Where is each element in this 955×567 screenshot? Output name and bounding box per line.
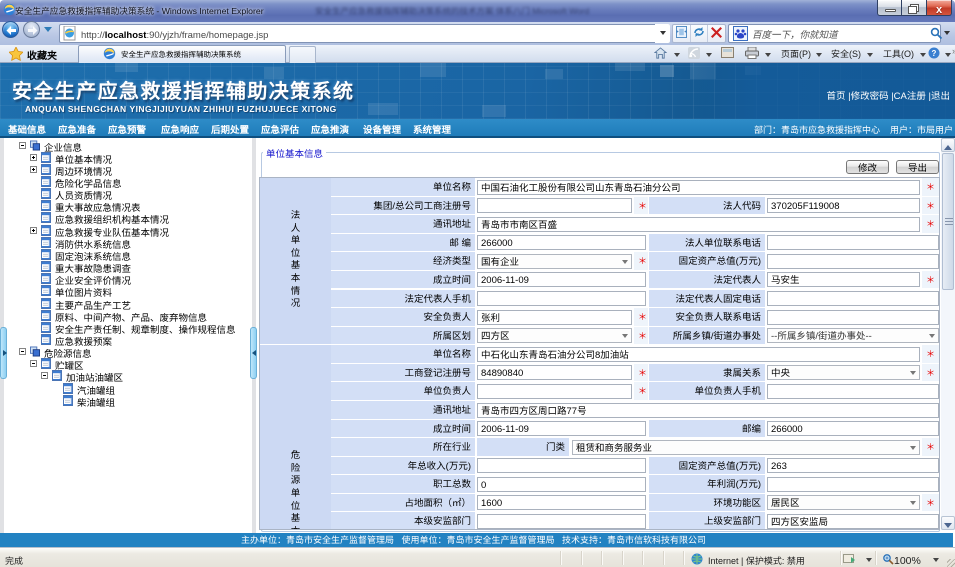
svg-text:?: ? [932, 48, 937, 59]
